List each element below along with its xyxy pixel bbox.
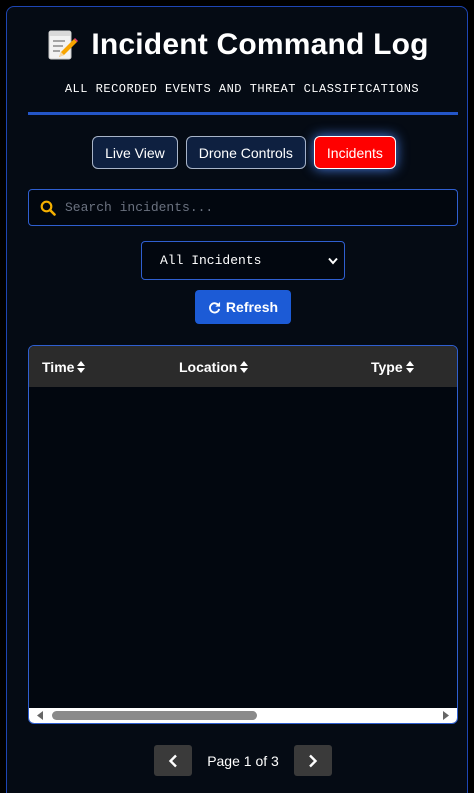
- refresh-icon: [208, 301, 220, 313]
- pagination: Page 1 of 3: [0, 745, 474, 776]
- filter-selected-value: All Incidents: [160, 253, 262, 268]
- refresh-button[interactable]: Refresh: [195, 290, 291, 324]
- sort-icon: [77, 360, 86, 373]
- search-box: [28, 189, 458, 226]
- sort-icon: [405, 360, 414, 373]
- table-header: Time Location Type: [29, 346, 457, 387]
- tab-drone-controls[interactable]: Drone Controls: [185, 136, 306, 169]
- previous-page-button[interactable]: [154, 745, 193, 776]
- column-header-type[interactable]: Type: [371, 346, 414, 387]
- page-header: Incident Command Log: [0, 28, 474, 62]
- tab-incidents[interactable]: Incidents: [313, 136, 396, 169]
- horizontal-scrollbar[interactable]: [29, 708, 457, 723]
- chevron-down-icon: [328, 257, 338, 265]
- scroll-left-icon[interactable]: [36, 711, 44, 720]
- chevron-right-icon: [308, 754, 318, 767]
- search-input[interactable]: [65, 200, 457, 215]
- next-page-button[interactable]: [293, 745, 332, 776]
- scroll-right-icon[interactable]: [442, 711, 450, 720]
- page-title: Incident Command Log: [91, 28, 429, 61]
- scrollbar-thumb[interactable]: [52, 711, 257, 720]
- incidents-table: Time Location Type: [28, 345, 458, 724]
- nav-tabs: Live View Drone Controls Incidents: [0, 136, 474, 169]
- incident-filter-select[interactable]: All Incidents: [141, 241, 345, 280]
- memo-pencil-icon: [48, 30, 79, 60]
- page-subtitle: ALL RECORDED EVENTS AND THREAT CLASSIFIC…: [64, 82, 420, 96]
- tab-live-view[interactable]: Live View: [92, 136, 178, 169]
- header-divider: [28, 112, 458, 115]
- page-indicator: Page 1 of 3: [207, 752, 279, 769]
- sort-icon: [240, 360, 249, 373]
- search-icon: [40, 200, 56, 216]
- column-header-time[interactable]: Time: [42, 346, 86, 387]
- chevron-left-icon: [168, 754, 178, 767]
- refresh-label: Refresh: [225, 299, 279, 315]
- column-header-location[interactable]: Location: [179, 346, 249, 387]
